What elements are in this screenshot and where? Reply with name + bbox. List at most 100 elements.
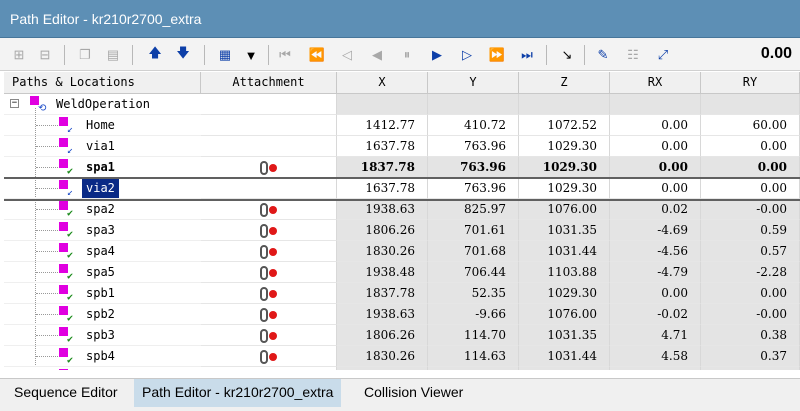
header-x[interactable]: X [337, 72, 428, 94]
step-forward-fine-icon[interactable]: ▷ [456, 44, 478, 66]
cell-rx[interactable]: 4.58 [610, 346, 701, 367]
remove-location-icon[interactable]: ⊟ [34, 44, 56, 66]
attachment-cell[interactable] [201, 367, 337, 370]
attachment-cell[interactable] [201, 304, 337, 325]
table-row[interactable]: ✔ spa3 1806.26 701.61 1031.35 -4.69 0.59 [4, 220, 800, 241]
header-ry[interactable]: RY [701, 72, 800, 94]
jump-end-icon[interactable]: ⏭ [516, 44, 538, 66]
play-icon[interactable]: ▶ [426, 44, 448, 66]
cell-x[interactable]: 1938.63 [337, 199, 428, 220]
table-row[interactable]: ✔ spa4 1830.26 701.68 1031.44 -4.56 0.57 [4, 241, 800, 262]
header-paths[interactable]: Paths & Locations [4, 72, 201, 94]
cell-rx[interactable]: 0.00 [610, 157, 701, 178]
cell-z[interactable]: 1031.44 [519, 241, 610, 262]
cell-y[interactable]: 410.72 [428, 115, 519, 136]
header-attachment[interactable]: Attachment [201, 72, 337, 94]
cell-z[interactable]: 1031.44 [519, 346, 610, 367]
attachment-cell[interactable] [201, 220, 337, 241]
table-row[interactable]: ✔ spb3 1806.26 114.70 1031.35 4.71 0.38 [4, 325, 800, 346]
attachment-cell[interactable] [201, 241, 337, 262]
cell-x[interactable]: 1830.26 [337, 241, 428, 262]
cell-y[interactable]: 763.96 [428, 157, 519, 178]
cell-ry[interactable]: 0.37 [701, 346, 800, 367]
attachment-cell[interactable] [201, 325, 337, 346]
cell-z[interactable]: 1076.00 [519, 199, 610, 220]
table-row[interactable]: ↙ via2 1637.78 763.96 1029.30 0.00 0.00 [4, 178, 800, 199]
cell-x[interactable]: 1938.63 [337, 304, 428, 325]
table-row[interactable]: ✔spb51938.48109.871103.884.69-2.49 [4, 367, 800, 370]
cell-ry[interactable]: 0.00 [701, 136, 800, 157]
jump-start-icon[interactable]: ⏮ [274, 44, 296, 66]
cell-x[interactable]: 1806.26 [337, 325, 428, 346]
cell-ry[interactable]: -0.00 [701, 304, 800, 325]
step-back-fine-icon[interactable]: ◁ [336, 44, 358, 66]
play-back-icon[interactable]: ◀ [366, 44, 388, 66]
header-rx[interactable]: RX [610, 72, 701, 94]
cell-rx[interactable]: 0.00 [610, 178, 701, 199]
cell-x[interactable]: 1837.78 [337, 157, 428, 178]
move-down-icon[interactable]: 🡇 [172, 44, 194, 66]
cell-y[interactable]: 763.96 [428, 178, 519, 199]
table-row[interactable]: ↙ Home 1412.77 410.72 1072.52 0.00 60.00 [4, 115, 800, 136]
cell-z[interactable]: 1031.35 [519, 325, 610, 346]
cell-ry[interactable]: 0.00 [701, 157, 800, 178]
cell-y[interactable]: 701.61 [428, 220, 519, 241]
tab-sequence-editor[interactable]: Sequence Editor [6, 379, 126, 407]
cell-ry[interactable]: 60.00 [701, 115, 800, 136]
cell-ry[interactable]: 0.38 [701, 325, 800, 346]
table-row[interactable]: ✔ spb2 1938.63 -9.66 1076.00 -0.02 -0.00 [4, 304, 800, 325]
cell-rx[interactable]: 0.00 [610, 283, 701, 304]
attachment-cell[interactable] [201, 178, 337, 199]
cell-y[interactable]: 701.68 [428, 241, 519, 262]
table-row[interactable]: ✔ spa5 1938.48 706.44 1103.88 -4.79 -2.28 [4, 262, 800, 283]
cell-x[interactable]: 1837.78 [337, 283, 428, 304]
cell-rx[interactable]: -4.79 [610, 262, 701, 283]
table-row[interactable]: ✔ spb4 1830.26 114.63 1031.44 4.58 0.37 [4, 346, 800, 367]
cell-y[interactable]: 706.44 [428, 262, 519, 283]
cell-x[interactable]: 1412.77 [337, 115, 428, 136]
cell-y[interactable]: 114.63 [428, 346, 519, 367]
cell-z[interactable]: 1076.00 [519, 304, 610, 325]
attachment-cell[interactable] [201, 262, 337, 283]
header-z[interactable]: Z [519, 72, 610, 94]
cell-z[interactable]: 1072.52 [519, 115, 610, 136]
attachment-cell[interactable] [201, 136, 337, 157]
pause-icon[interactable]: ⏸ [396, 44, 418, 66]
cell-ry[interactable]: 0.00 [701, 283, 800, 304]
cell-x[interactable]: 1938.48 [337, 262, 428, 283]
cell-rx[interactable]: 0.00 [610, 115, 701, 136]
cell-rx[interactable]: 4.71 [610, 325, 701, 346]
table-row[interactable]: ✔ spb1 1837.78 52.35 1029.30 0.00 0.00 [4, 283, 800, 304]
tab-collision-viewer[interactable]: Collision Viewer [356, 379, 471, 407]
cell-rx[interactable]: -4.56 [610, 241, 701, 262]
cell-y[interactable]: 763.96 [428, 136, 519, 157]
cell-x[interactable]: 1806.26 [337, 220, 428, 241]
cell-y[interactable]: 52.35 [428, 283, 519, 304]
cell-ry[interactable]: -2.28 [701, 262, 800, 283]
paste-icon[interactable]: ▤ [102, 44, 124, 66]
teach-icon[interactable]: ↘ [556, 44, 578, 66]
cell-x[interactable]: 1637.78 [337, 136, 428, 157]
cell-x[interactable]: 1637.78 [337, 178, 428, 199]
cell-y[interactable]: 109.87 [428, 367, 519, 370]
cell-x[interactable]: 1938.48 [337, 367, 428, 370]
attachment-cell[interactable] [201, 283, 337, 304]
copy-icon[interactable]: ❐ [74, 44, 96, 66]
cell-ry[interactable]: 0.00 [701, 178, 800, 199]
table-row[interactable]: ↙ via1 1637.78 763.96 1029.30 0.00 0.00 [4, 136, 800, 157]
cell-x[interactable]: 1830.26 [337, 346, 428, 367]
table-row[interactable]: ✔ spa1 1837.78 763.96 1029.30 0.00 0.00 [4, 157, 800, 178]
cell-y[interactable]: 825.97 [428, 199, 519, 220]
cell-z[interactable]: 1103.88 [519, 262, 610, 283]
cell-ry[interactable]: -2.49 [701, 367, 800, 370]
move-up-icon[interactable]: 🡅 [144, 44, 166, 66]
attachment-cell[interactable] [201, 115, 337, 136]
cell-ry[interactable]: 0.59 [701, 220, 800, 241]
cell-rx[interactable]: 0.00 [610, 136, 701, 157]
cell-ry[interactable]: 0.57 [701, 241, 800, 262]
dropdown-icon[interactable]: ▼ [240, 44, 262, 66]
cell-y[interactable]: -9.66 [428, 304, 519, 325]
cell-rx[interactable]: -4.69 [610, 220, 701, 241]
cell-z[interactable]: 1029.30 [519, 178, 610, 199]
table-icon[interactable]: ☷ [622, 44, 644, 66]
